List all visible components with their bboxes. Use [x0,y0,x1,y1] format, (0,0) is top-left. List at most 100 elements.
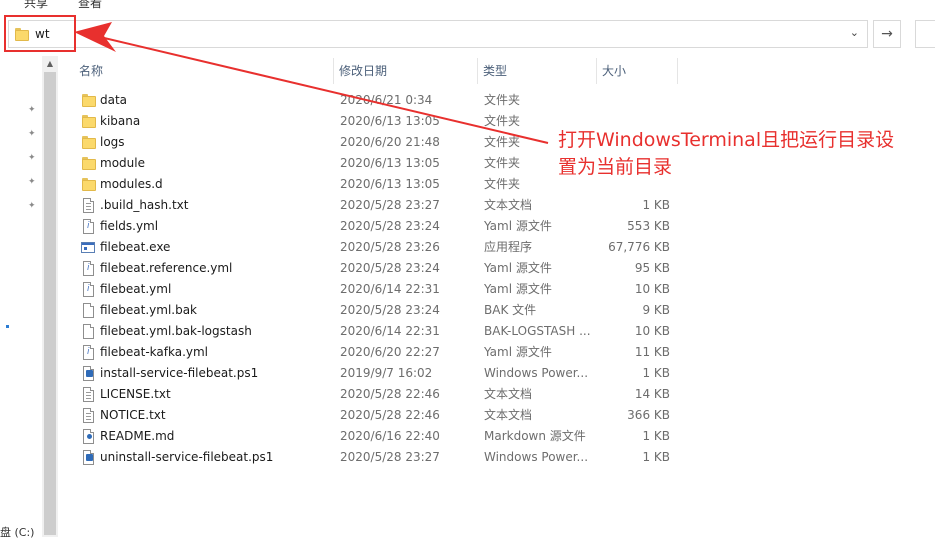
file-size: 1 KB [642,429,670,443]
scroll-thumb[interactable] [44,72,56,535]
scroll-up-icon[interactable]: ▲ [42,58,58,70]
file-date: 2020/6/13 13:05 [340,156,440,170]
file-type: Markdown 源文件 [484,429,586,443]
file-row[interactable]: filebeat.yml.bak-logstash 2020/6/14 22:31… [78,321,678,342]
pin-icon[interactable]: ✦ [28,106,36,115]
column-header-size[interactable]: 大小 [597,58,677,84]
column-header-date[interactable]: 修改日期 [334,58,477,84]
file-type: Windows Power... [484,366,589,380]
file-name: filebeat.reference.yml [100,261,233,275]
ribbon-tab-share[interactable]: 共享 [24,0,48,11]
file-date: 2020/6/13 13:05 [340,114,440,128]
file-date: 2019/9/7 16:02 [340,366,433,380]
blank-file-icon [83,324,94,339]
up-button[interactable] [915,20,935,48]
file-name: README.md [100,429,175,443]
file-row[interactable]: filebeat-kafka.yml 2020/6/20 22:27 Yaml 源文… [78,342,678,363]
file-date: 2020/6/20 21:48 [340,135,440,149]
file-date: 2020/5/28 23:24 [340,303,440,317]
file-date: 2020/6/21 0:34 [340,93,433,107]
file-type: 应用程序 [484,240,533,254]
address-bar[interactable]: wt ⌄ [8,20,868,48]
pin-icon[interactable]: ✦ [28,154,36,163]
file-name: LICENSE.txt [100,387,171,401]
pin-icon[interactable]: ✦ [28,178,36,187]
folder-icon [82,177,96,192]
file-row[interactable]: LICENSE.txt 2020/5/28 22:46 文本文档 14 KB [78,384,678,405]
file-date: 2020/5/28 23:27 [340,198,440,212]
file-type: 文本文档 [484,408,533,422]
file-name: install-service-filebeat.ps1 [100,366,259,380]
powershell-file-icon [83,366,94,381]
file-name: data [100,93,128,107]
file-size: 553 KB [627,219,670,233]
nav-scrollbar[interactable]: ▲ [42,56,58,537]
yml-file-icon [83,282,94,297]
file-name: kibana [100,114,141,128]
file-row[interactable]: .build_hash.txt 2020/5/28 23:27 文本文档 1 KB [78,195,678,216]
markdown-file-icon [83,429,94,444]
file-size: 366 KB [627,408,670,422]
file-type: Yaml 源文件 [484,282,552,296]
file-type: Yaml 源文件 [484,219,552,233]
drive-label[interactable]: 盘 (C:) [0,524,34,540]
pin-icon[interactable]: ✦ [28,202,36,211]
forward-button[interactable]: → [873,20,901,48]
file-row[interactable]: filebeat.reference.yml 2020/5/28 23:24 Yam… [78,258,678,279]
address-highlight-box [4,15,76,52]
file-date: 2020/6/14 22:31 [340,324,440,338]
column-header-name[interactable]: 名称 [74,58,332,84]
file-size: 67,776 KB [608,240,670,254]
file-size: 9 KB [642,303,670,317]
chevron-down-icon[interactable]: ⌄ [850,26,859,39]
file-date: 2020/5/28 23:27 [340,450,440,464]
file-row[interactable]: filebeat.exe 2020/5/28 23:26 应用程序 67,776 KB [78,237,678,258]
file-row[interactable]: filebeat.yml 2020/6/14 22:31 Yaml 源文件 10 KB [78,279,678,300]
file-size: 11 KB [634,345,670,359]
file-name: modules.d [100,177,163,191]
file-row[interactable]: install-service-filebeat.ps1 2019/9/7 16:… [78,363,678,384]
file-row[interactable]: uninstall-service-filebeat.ps1 2020/5/28 … [78,447,678,468]
file-name: filebeat-kafka.yml [100,345,209,359]
yml-file-icon [83,219,94,234]
navigation-pane: ✦ ✦ ✦ ✦ ✦ [0,56,42,537]
powershell-file-icon [83,450,94,465]
file-date: 2020/6/20 22:27 [340,345,440,359]
file-type: 文本文档 [484,198,533,212]
exe-icon [81,242,95,253]
folder-icon [82,156,96,171]
file-type: 文件夹 [484,93,521,107]
yml-file-icon [83,345,94,360]
file-date: 2020/6/16 22:40 [340,429,440,443]
file-name: NOTICE.txt [100,408,166,422]
file-row[interactable]: fields.yml 2020/5/28 23:24 Yaml 源文件 553 KB [78,216,678,237]
ribbon-strip: 共享 查看 [0,0,935,12]
ribbon-tab-view[interactable]: 查看 [78,0,102,11]
file-row[interactable]: NOTICE.txt 2020/5/28 22:46 文本文档 366 KB [78,405,678,426]
pin-icon[interactable]: ✦ [28,130,36,139]
file-name: module [100,156,145,170]
file-size [598,90,670,111]
file-name: .build_hash.txt [100,198,189,212]
file-name: filebeat.yml [100,282,172,296]
file-size: 10 KB [634,282,670,296]
file-name: filebeat.exe [100,240,171,254]
file-row[interactable]: filebeat.yml.bak 2020/5/28 23:24 BAK 文件 9 K… [78,300,678,321]
text-file-icon [83,198,94,213]
file-size: 1 KB [642,450,670,464]
file-type: Yaml 源文件 [484,345,552,359]
file-row[interactable]: README.md 2020/6/16 22:40 Markdown 源文件 1 KB [78,426,678,447]
file-row[interactable]: data 2020/6/21 0:34 文件夹 [78,90,678,111]
file-size: 1 KB [642,366,670,380]
annotation-text: 打开WindowsTerminal且把运行目录设置为当前目录 [558,129,895,178]
column-header-type[interactable]: 类型 [478,58,596,84]
yml-file-icon [83,261,94,276]
column-divider[interactable] [677,58,678,84]
file-date: 2020/5/28 22:46 [340,387,440,401]
file-name: fields.yml [100,219,159,233]
file-date: 2020/5/28 23:26 [340,240,440,254]
nav-marker [6,325,9,328]
file-size: 14 KB [634,387,670,401]
file-date: 2020/5/28 22:46 [340,408,440,422]
file-type: 文本文档 [484,387,533,401]
